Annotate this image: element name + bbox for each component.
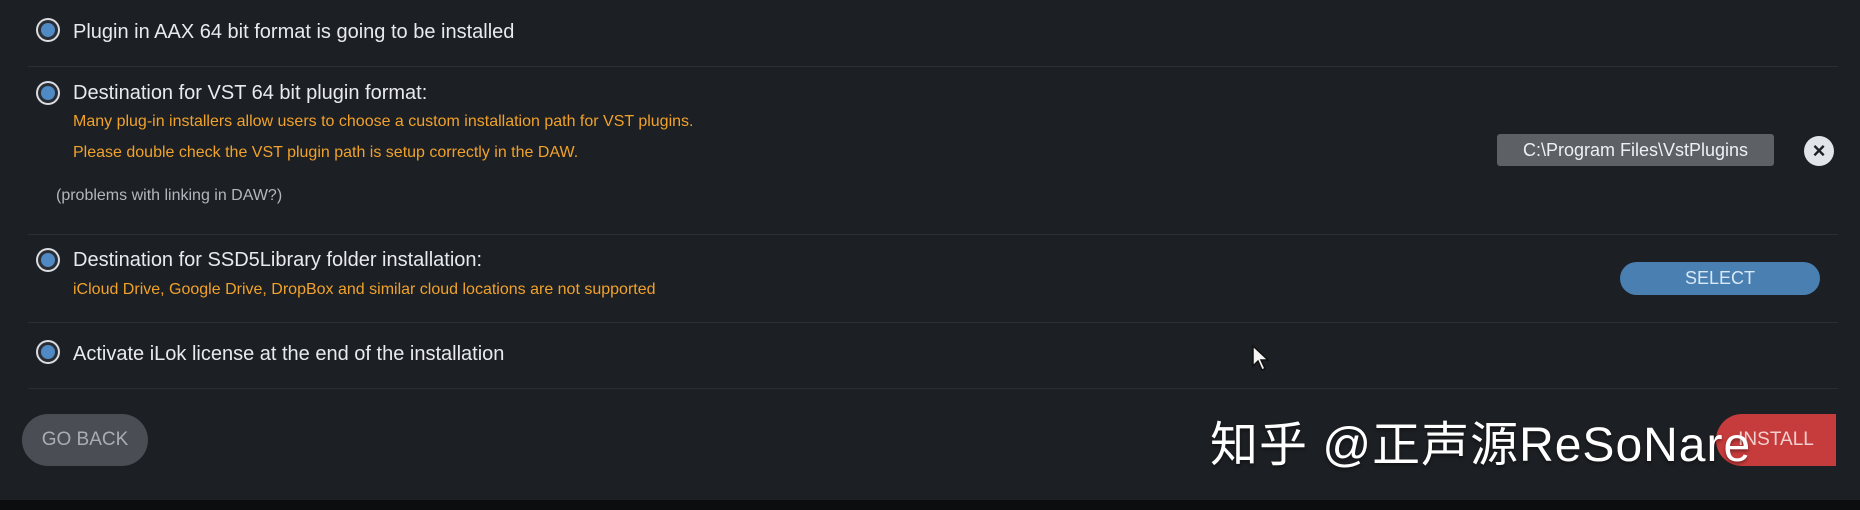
- bottom-strip: [0, 500, 1860, 510]
- library-warning-note: iCloud Drive, Google Drive, DropBox and …: [73, 281, 656, 298]
- library-radio-button[interactable]: [36, 248, 60, 272]
- close-icon[interactable]: ×: [1804, 136, 1834, 166]
- option-title: Destination for VST 64 bit plugin format…: [73, 82, 428, 104]
- vst-path-field[interactable]: C:\Program Files\VstPlugins: [1497, 134, 1774, 166]
- vst-radio-button[interactable]: [36, 81, 60, 105]
- aax-radio-button[interactable]: [36, 18, 60, 42]
- mouse-cursor-icon: [1252, 344, 1270, 372]
- option-ilok-activation: Activate iLok license at the end of the …: [28, 322, 1838, 389]
- ilok-radio-button[interactable]: [36, 340, 60, 364]
- option-title: Activate iLok license at the end of the …: [73, 343, 505, 365]
- option-title: Plugin in AAX 64 bit format is going to …: [73, 21, 515, 43]
- option-library-destination: Destination for SSD5Library folder insta…: [28, 234, 1838, 323]
- vst-warning-note: Please double check the VST plugin path …: [73, 144, 579, 161]
- watermark-text: 知乎 @正声源ReSoNare: [1210, 419, 1752, 472]
- option-vst-destination: Destination for VST 64 bit plugin format…: [28, 66, 1838, 235]
- option-aax-install: Plugin in AAX 64 bit format is going to …: [28, 0, 1838, 67]
- go-back-button[interactable]: GO BACK: [22, 414, 148, 466]
- installer-options-panel: Plugin in AAX 64 bit format is going to …: [0, 0, 1860, 500]
- linking-help-link[interactable]: (problems with linking in DAW?): [56, 187, 282, 205]
- vst-warning-note: Many plug-in installers allow users to c…: [73, 113, 694, 130]
- select-button[interactable]: SELECT: [1620, 262, 1820, 295]
- option-title: Destination for SSD5Library folder insta…: [73, 249, 483, 271]
